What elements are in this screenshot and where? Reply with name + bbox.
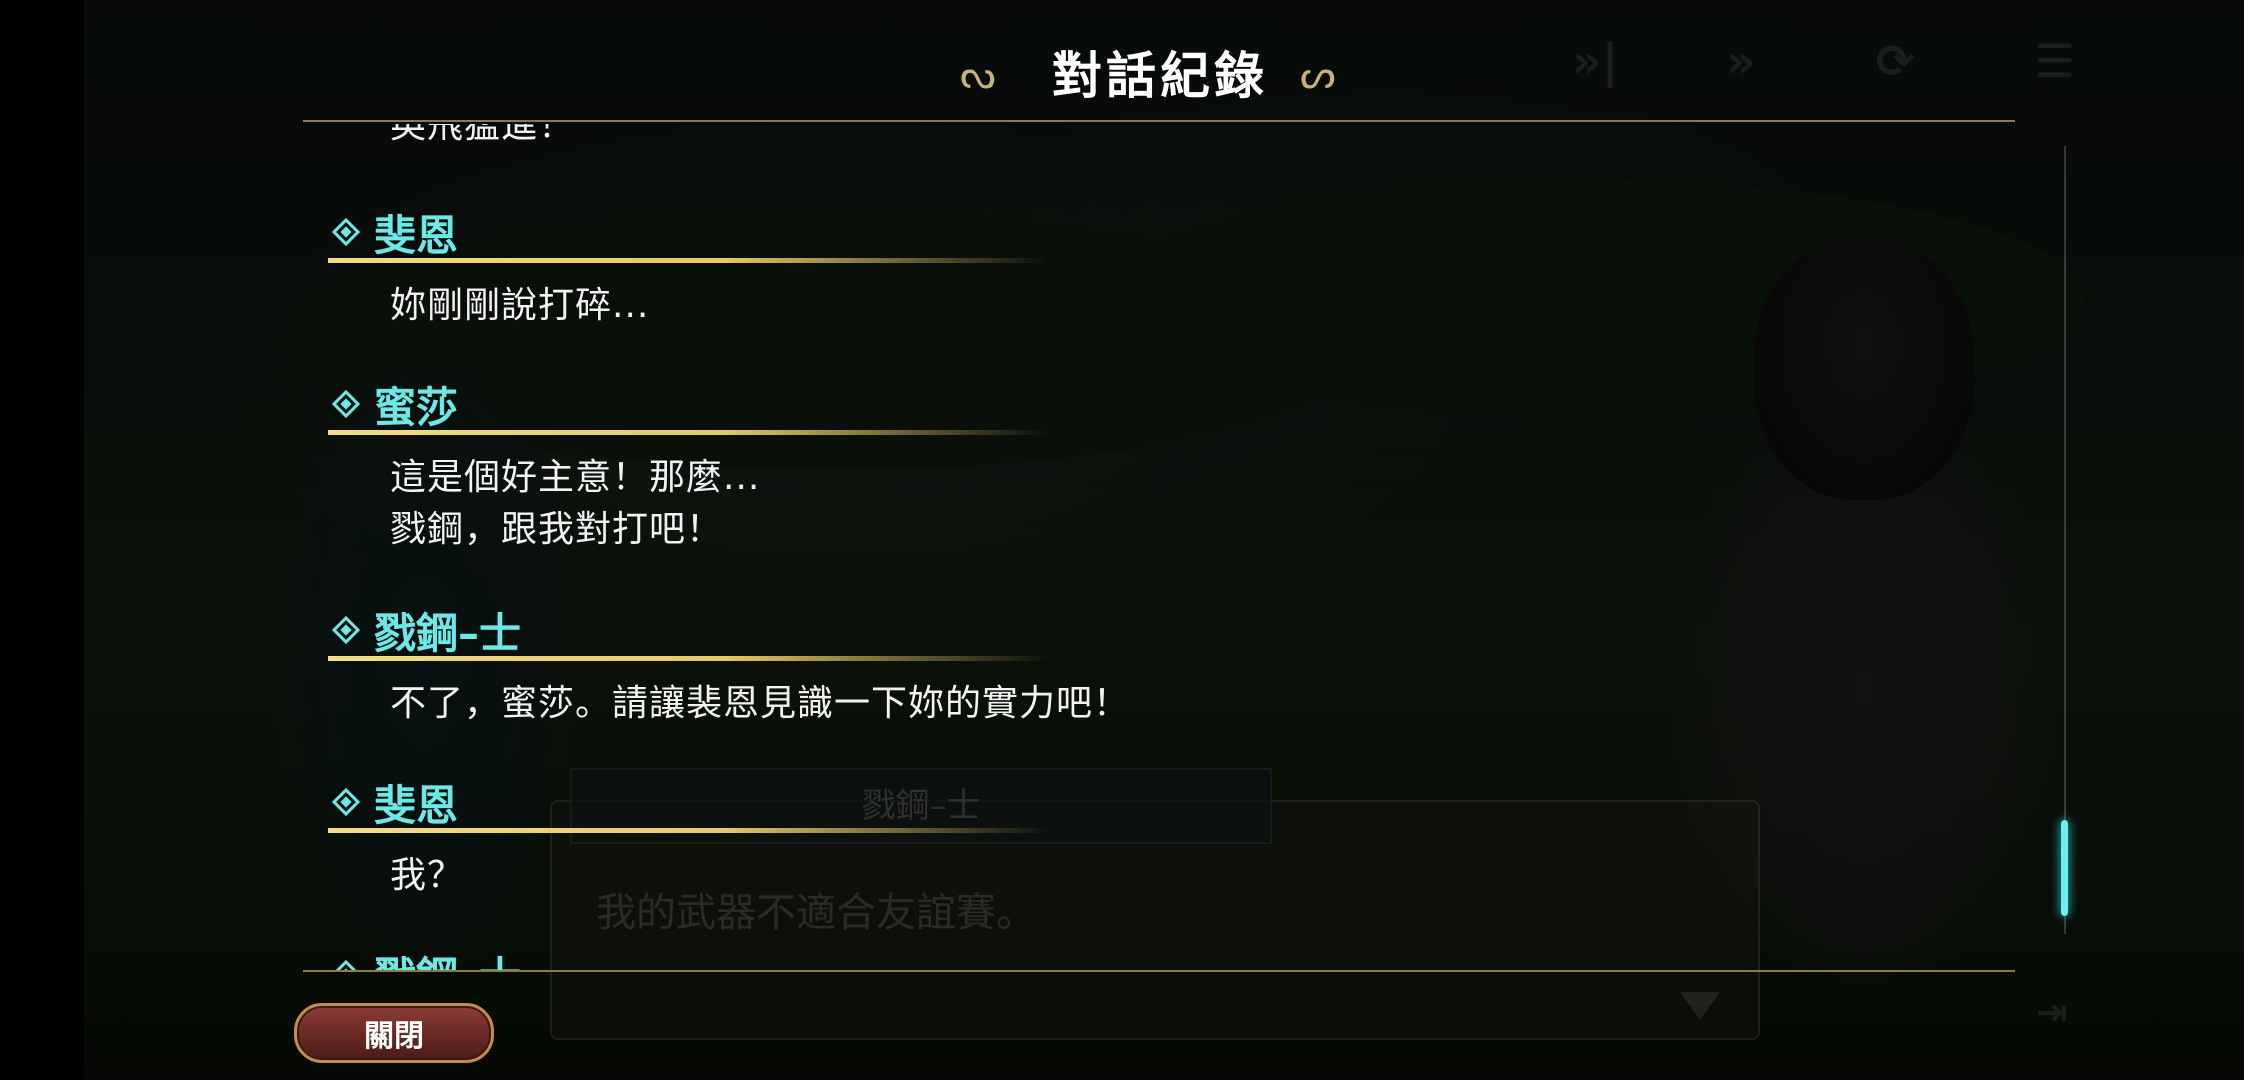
log-bottom-divider	[303, 970, 2015, 972]
log-line: 妳剛剛說打碎...	[390, 285, 650, 326]
diamond-bullet-icon	[331, 389, 361, 419]
page-title: 對話紀錄	[1052, 47, 1268, 105]
close-button[interactable]: 關閉	[294, 1003, 494, 1063]
speaker-name-text: 蜜莎	[374, 382, 459, 432]
speaker-name: 戮鋼–士	[331, 944, 521, 971]
log-top-divider	[303, 120, 2015, 122]
log-line: 我？	[390, 855, 465, 896]
speaker-name: 斐恩	[331, 204, 459, 260]
scrollbar-thumb[interactable]	[2061, 820, 2068, 916]
speaker-underline	[328, 656, 1048, 661]
diamond-bullet-icon	[331, 959, 361, 970]
speaker-name-text: 斐恩	[374, 780, 459, 830]
dialog-log-list[interactable]: 英飛猛進！ 斐恩 妳剛剛說打碎... 蜜莎 這是個好主意！那麼... 戮鋼，跟我…	[300, 124, 2020, 970]
diamond-bullet-icon	[331, 615, 361, 645]
speaker-name: 斐恩	[331, 774, 459, 830]
speaker-underline	[328, 430, 1048, 435]
speaker-name: 蜜莎	[331, 376, 459, 432]
speaker-underline	[328, 828, 1048, 833]
diamond-bullet-icon	[331, 787, 361, 817]
log-line: 戮鋼，跟我對打吧！	[390, 509, 724, 550]
diamond-bullet-icon	[331, 217, 361, 247]
log-line: 英飛猛進！	[390, 124, 576, 146]
title-flourish-right-icon: ᔕ	[1300, 52, 1336, 98]
log-line: 不了，蜜莎。請讓裴恩見識一下妳的實力吧！	[390, 683, 1131, 724]
speaker-name: 戮鋼–士	[331, 602, 522, 658]
speaker-underline	[328, 258, 1048, 263]
speaker-name-text: 戮鋼–士	[374, 608, 522, 658]
speaker-name-text: 斐恩	[374, 210, 459, 260]
log-line: 這是個好主意！那麼...	[390, 457, 761, 498]
scrollbar-track[interactable]	[2064, 146, 2066, 934]
speaker-name-text: 戮鋼–士	[374, 944, 521, 971]
